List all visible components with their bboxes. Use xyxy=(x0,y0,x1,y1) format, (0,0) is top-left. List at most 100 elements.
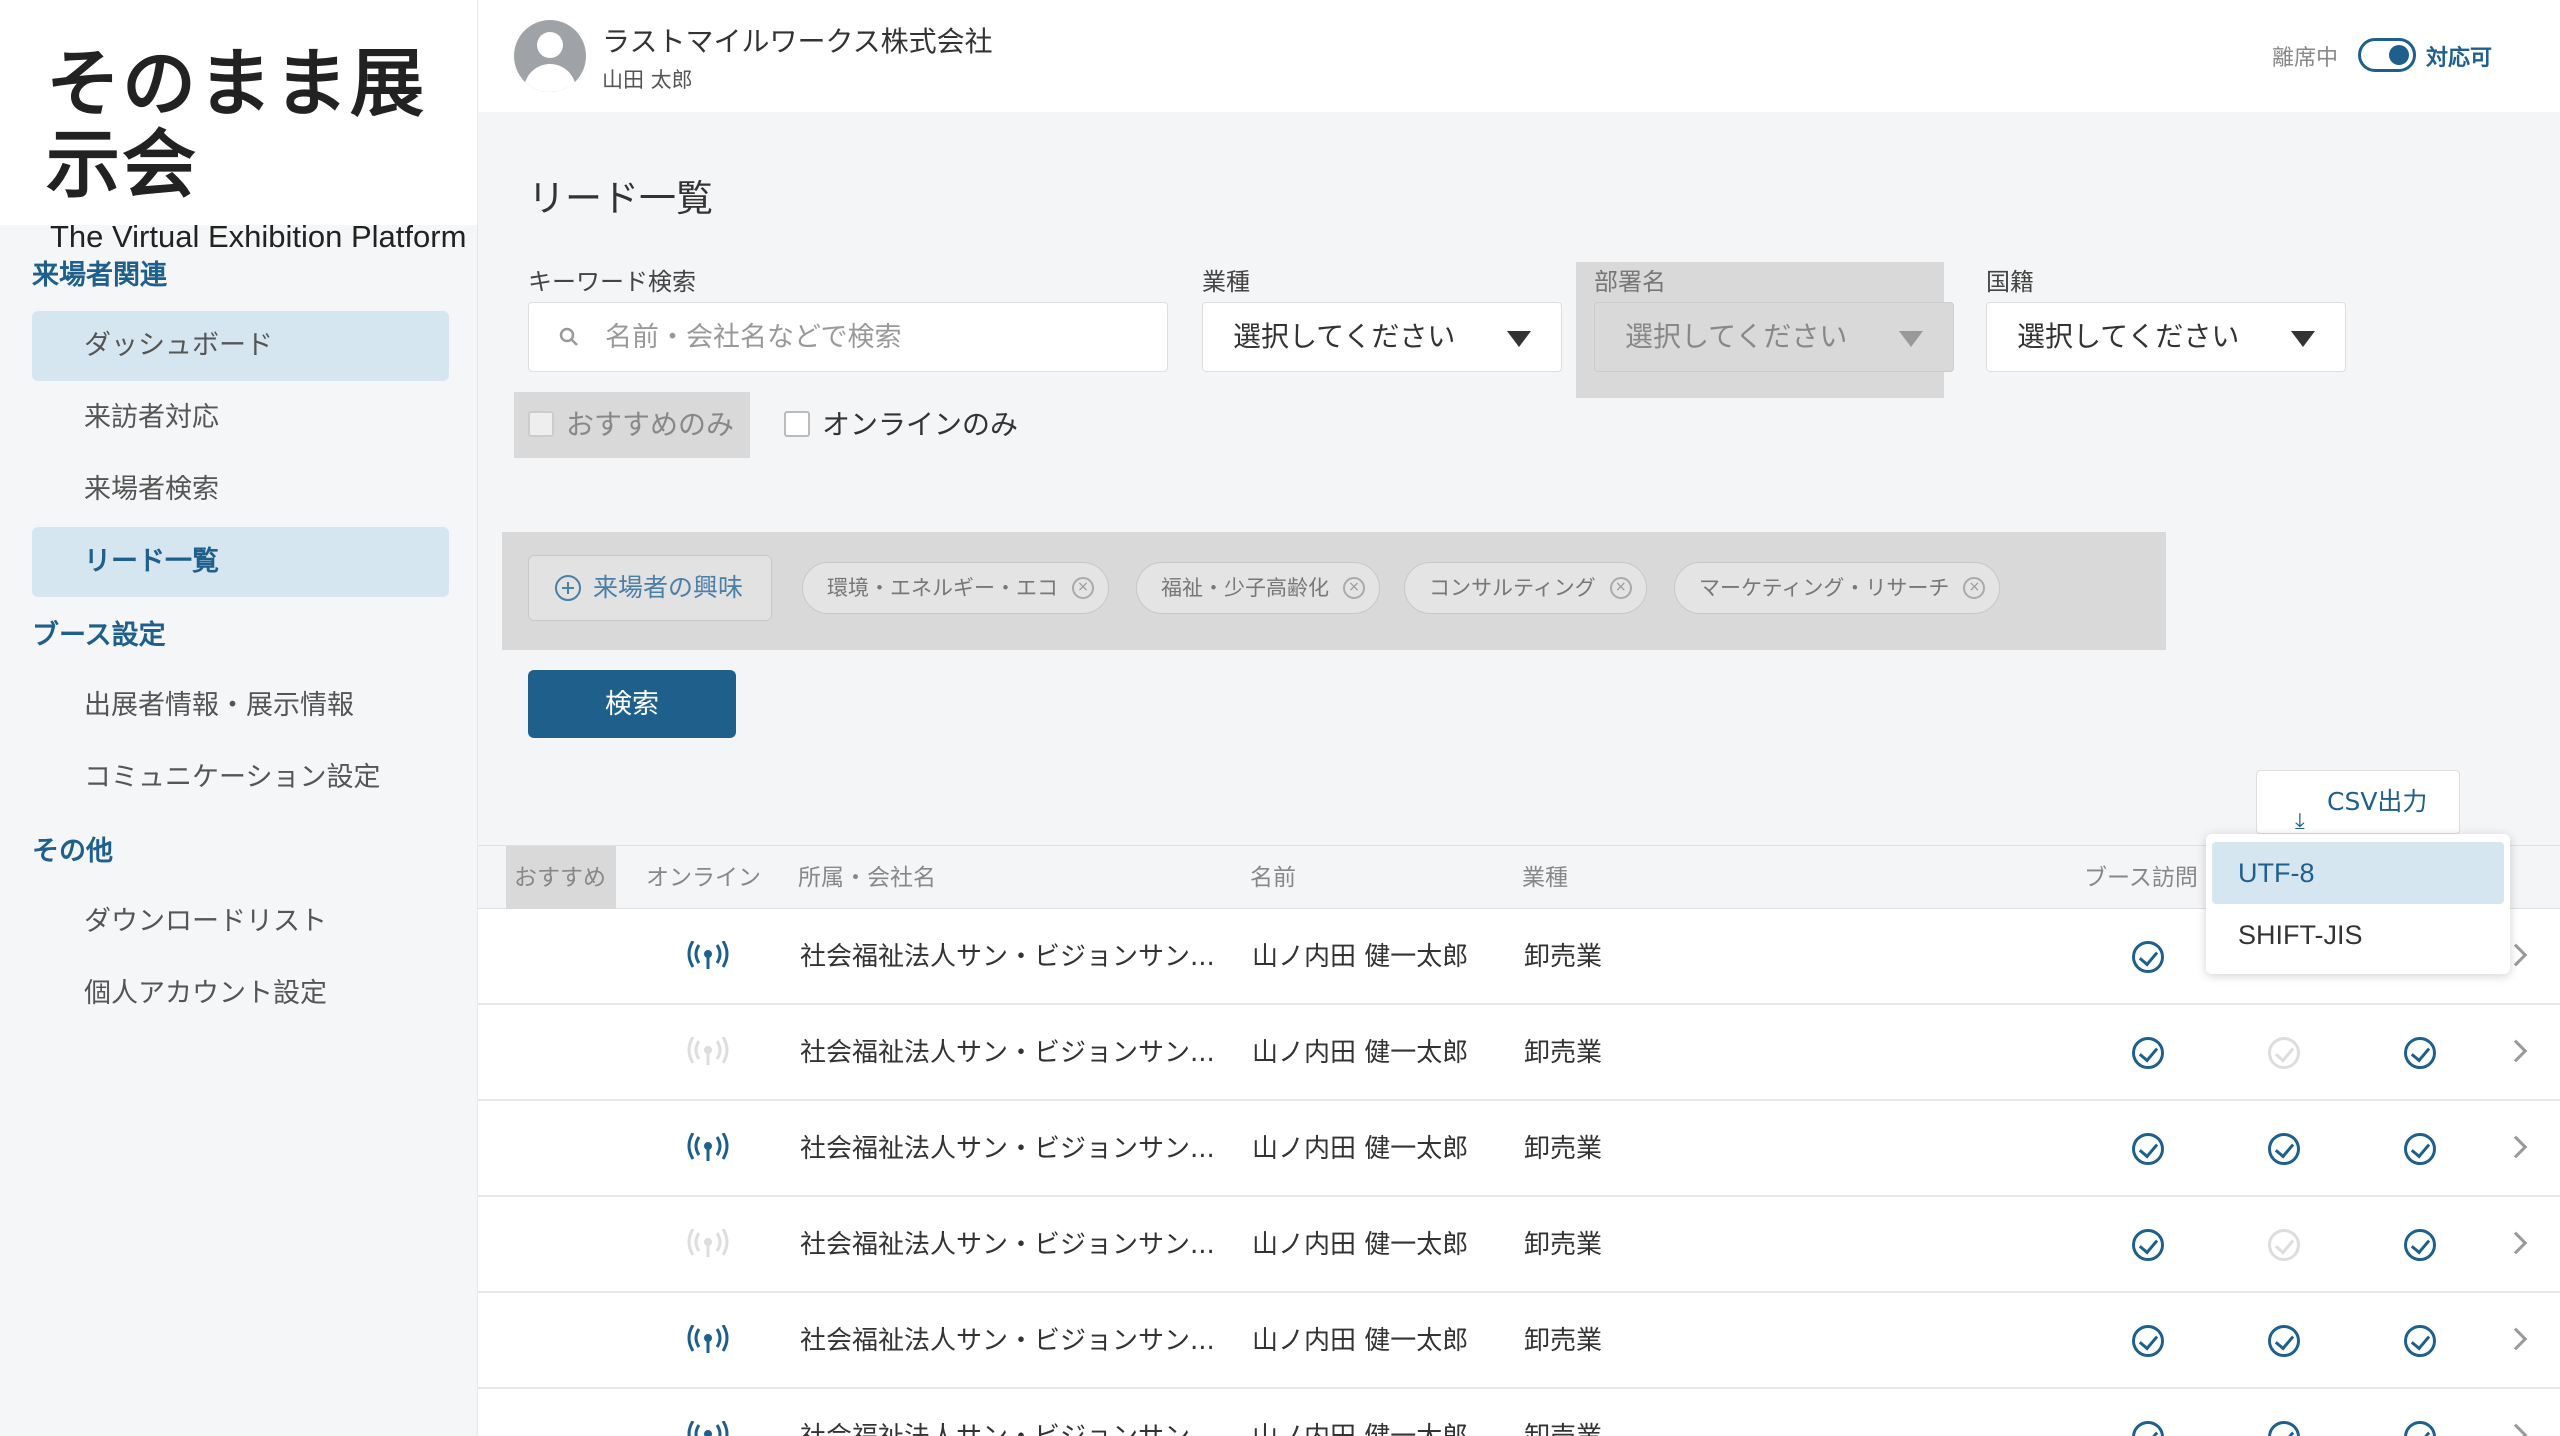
check-circle-icon xyxy=(2132,1037,2164,1069)
nav-section-other: その他 xyxy=(32,836,113,867)
sidebar-item-exhibitor-info[interactable]: 出展者情報・展示情報 xyxy=(32,671,449,741)
col-booth-visit[interactable]: ブース訪問 xyxy=(2084,846,2198,910)
cell-company: 社会福祉法人サン・ビジョンサン... xyxy=(800,942,1215,972)
interest-tag-label: マーケティング・リサーチ xyxy=(1699,576,1950,600)
csv-export-button[interactable]: ⤓ CSV出力 xyxy=(2256,770,2460,834)
chevron-right-icon[interactable] xyxy=(2504,1423,2528,1436)
col-name[interactable]: 名前 xyxy=(1250,846,1296,910)
search-icon xyxy=(559,327,578,346)
check-circle-icon xyxy=(2268,1325,2300,1357)
cell-company: 社会福祉法人サン・ビジョンサン... xyxy=(800,1389,1215,1436)
interest-add-button[interactable]: 来場者の興味 xyxy=(528,555,772,621)
check-circle-icon xyxy=(2404,1037,2436,1069)
cell-company: 社会福祉法人サン・ビジョンサン... xyxy=(800,1230,1215,1260)
keyword-search-field[interactable] xyxy=(528,302,1168,372)
avatar[interactable] xyxy=(514,20,586,92)
checkbox-box[interactable] xyxy=(784,411,810,437)
nav-section-booth: ブース設定 xyxy=(32,620,166,651)
csv-encoding-dropdown: UTF-8 SHIFT-JIS xyxy=(2206,834,2510,974)
encoding-option-utf8[interactable]: UTF-8 xyxy=(2212,842,2504,904)
cell-industry: 卸売業 xyxy=(1524,1326,1603,1356)
user-name: 山田 太郎 xyxy=(602,68,693,92)
chevron-right-icon[interactable] xyxy=(2504,1039,2528,1063)
recommend-only-label: おすすめのみ xyxy=(566,408,735,441)
table-body: 社会福祉法人サン・ビジョンサン... 山ノ内田 健一太郎 卸売業 社会福祉法人サン・ビ… xyxy=(478,909,2560,1436)
header: ラストマイルワークス株式会社 山田 太郎 離席中 対応可 xyxy=(478,0,2560,112)
sidebar-item-account-settings[interactable]: 個人アカウント設定 xyxy=(32,959,449,1029)
industry-label: 業種 xyxy=(1202,268,1250,296)
table-row[interactable]: 社会福祉法人サン・ビジョンサン... 山ノ内田 健一太郎 卸売業 xyxy=(478,1197,2560,1293)
interest-tag-label: 環境・エネルギー・エコ xyxy=(827,576,1058,600)
toggle-knob xyxy=(2389,45,2409,65)
interest-tag-label: コンサルティング xyxy=(1429,576,1596,600)
cell-industry: 卸売業 xyxy=(1524,1389,1602,1436)
plus-circle-icon xyxy=(555,575,581,601)
nationality-label: 国籍 xyxy=(1986,268,2034,296)
close-icon[interactable]: × xyxy=(1072,577,1094,599)
sidebar: そのまま展示会 The Virtual Exhibition Platform … xyxy=(0,0,478,1436)
encoding-option-shiftjis[interactable]: SHIFT-JIS xyxy=(2212,904,2504,966)
industry-select[interactable]: 選択してください xyxy=(1202,302,1562,372)
table-row[interactable]: 社会福祉法人サン・ビジョンサン... 山ノ内田 健一太郎 卸売業 xyxy=(478,1101,2560,1197)
online-only-checkbox[interactable]: オンラインのみ xyxy=(784,392,1018,458)
interest-tag: コンサルティング × xyxy=(1404,562,1647,614)
col-online[interactable]: オンライン xyxy=(646,846,761,910)
interest-add-label: 来場者の興味 xyxy=(593,573,744,602)
cell-company: 社会福祉法人サン・ビジョンサン... xyxy=(800,1038,1215,1068)
checkbox-box[interactable] xyxy=(528,411,554,437)
online-only-label: オンラインのみ xyxy=(822,408,1019,441)
cell-industry: 卸売業 xyxy=(1524,1230,1603,1260)
nationality-select-value: 選択してください xyxy=(2017,320,2240,353)
chevron-right-icon[interactable] xyxy=(2504,1231,2528,1255)
check-circle-icon xyxy=(2132,1421,2164,1436)
chevron-right-icon[interactable] xyxy=(2504,1135,2528,1159)
cell-industry: 卸売業 xyxy=(1524,942,1603,972)
close-icon[interactable]: × xyxy=(1609,577,1632,599)
csv-export-label: CSV出力 xyxy=(2327,787,2428,816)
check-circle-icon xyxy=(2268,1421,2300,1436)
check-circle-icon xyxy=(2268,1133,2300,1165)
dept-label: 部署名 xyxy=(1594,268,1666,296)
online-broadcast-icon xyxy=(687,1133,729,1161)
sidebar-item-download-list[interactable]: ダウンロードリスト xyxy=(32,887,449,957)
sidebar-item-visitor-search[interactable]: 来場者検索 xyxy=(32,455,449,525)
logo[interactable]: そのまま展示会 The Virtual Exhibition Platform xyxy=(0,0,477,254)
table-row[interactable]: 社会福祉法人サン・ビジョンサン... 山ノ内田 健一太郎 卸売業 xyxy=(478,1389,2560,1436)
check-circle-icon xyxy=(2268,1229,2300,1261)
close-icon[interactable]: × xyxy=(1963,577,1986,599)
recommend-only-checkbox[interactable]: おすすめのみ xyxy=(514,392,750,458)
nationality-select[interactable]: 選択してください xyxy=(1986,302,2346,372)
cell-company: 社会福祉法人サン・ビジョンサン... xyxy=(800,1326,1215,1356)
interest-tag: マーケティング・リサーチ × xyxy=(1674,562,2001,614)
chevron-down-icon xyxy=(1899,331,1923,347)
table-row[interactable]: 社会福祉法人サン・ビジョンサン... 山ノ内田 健一太郎 卸売業 xyxy=(478,1293,2560,1389)
logo-title: そのまま展示会 xyxy=(46,41,426,209)
search-button[interactable]: 検索 xyxy=(528,670,736,738)
dept-select-value: 選択してください xyxy=(1625,320,1848,353)
check-circle-icon xyxy=(2404,1325,2436,1357)
cell-industry: 卸売業 xyxy=(1524,1038,1603,1068)
check-circle-icon xyxy=(2132,1229,2164,1261)
avatar-head xyxy=(537,32,563,58)
check-circle-icon xyxy=(2404,1133,2436,1165)
col-industry[interactable]: 業種 xyxy=(1522,846,1568,910)
col-company[interactable]: 所属・会社名 xyxy=(798,846,936,910)
availability-toggle[interactable] xyxy=(2358,38,2416,72)
close-icon[interactable]: × xyxy=(1343,577,1365,599)
sidebar-item-lead-list[interactable]: リード一覧 xyxy=(32,527,449,597)
table-row[interactable]: 社会福祉法人サン・ビジョンサン... 山ノ内田 健一太郎 卸売業 xyxy=(478,1005,2560,1101)
online-broadcast-icon xyxy=(687,1037,729,1065)
cell-name: 山ノ内田 健一太郎 xyxy=(1252,1134,1469,1164)
cell-company: 社会福祉法人サン・ビジョンサン... xyxy=(800,1134,1215,1164)
sidebar-item-dashboard[interactable]: ダッシュボード xyxy=(32,311,449,381)
cell-name: 山ノ内田 健一太郎 xyxy=(1252,1389,1468,1436)
dept-select[interactable]: 選択してください xyxy=(1594,302,1954,372)
avatar-body xyxy=(524,64,576,92)
check-circle-icon xyxy=(2132,941,2164,973)
search-input[interactable] xyxy=(605,315,1145,359)
sidebar-item-communication[interactable]: コミュニケーション設定 xyxy=(32,743,449,813)
sidebar-item-visitor-response[interactable]: 来訪者対応 xyxy=(32,383,449,453)
interest-tag-label: 福祉・少子高齢化 xyxy=(1161,576,1329,600)
chevron-right-icon[interactable] xyxy=(2504,1327,2528,1351)
check-circle-icon xyxy=(2404,1421,2436,1436)
